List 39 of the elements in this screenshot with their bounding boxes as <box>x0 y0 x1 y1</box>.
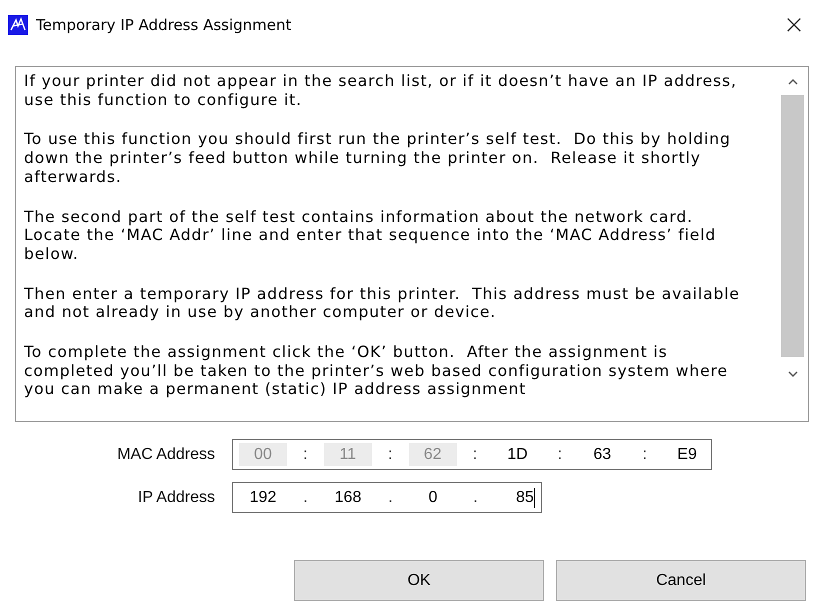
instruction-line: The second part of the self test contains information about the network card. <box>24 208 693 226</box>
instruction-line: Then enter a temporary IP address for this printer. This address must be available <box>24 284 740 304</box>
separator: : <box>386 446 394 464</box>
ip-address-field[interactable]: 192 . 168 . 0 . 85 <box>232 482 542 513</box>
octet[interactable]: 63 <box>578 443 626 466</box>
instruction-line: down the printer’s feed button while turning the printer on. Release it shortly <box>24 149 701 168</box>
octet[interactable]: 168 <box>324 486 372 509</box>
separator: . <box>302 488 309 506</box>
window-title: Temporary IP Address Assignment <box>36 16 292 34</box>
octet[interactable]: 0 <box>409 486 457 509</box>
separator: . <box>387 488 394 506</box>
separator: : <box>302 446 309 464</box>
scroll-down-icon[interactable] <box>788 371 798 377</box>
dialog-button[interactable]: OK <box>294 560 544 601</box>
instruction-line: and not already in use by another computer or device. <box>24 303 496 322</box>
separator: : <box>556 446 564 464</box>
octet[interactable]: 192 <box>239 486 287 509</box>
separator: . <box>472 488 479 506</box>
mac-address-label: MAC Address <box>116 446 215 464</box>
scroll-up-icon[interactable] <box>788 79 798 85</box>
instruction-line: Locate the ‘MAC Addr’ line and enter that sequence into the ‘MAC Address’ field <box>24 226 716 245</box>
separator: : <box>641 446 648 464</box>
instruction-line: To use this function you should first run the printer’s self test. Do this by holding <box>24 130 731 150</box>
separator: : <box>472 446 478 464</box>
instruction-line: use this function to configure it. <box>24 90 302 110</box>
instruction-line: afterwards. <box>24 168 122 187</box>
octet[interactable]: 85 <box>516 488 535 508</box>
dialog-button[interactable]: Cancel <box>556 560 806 601</box>
instruction-line: To complete the assignment click the ‘OK’ button. After the assignment is <box>24 343 668 362</box>
app-icon <box>8 15 28 35</box>
close-button[interactable]: × <box>771 5 817 45</box>
instruction-line: completed you’ll be taken to the printer’s web based configuration system where <box>24 362 728 380</box>
octet[interactable]: E9 <box>663 443 712 466</box>
octet[interactable]: 1D <box>493 443 542 466</box>
instruction-line: you can make a permanent (static) IP address assignment <box>24 380 526 400</box>
instruction-line: If your printer did not appear in the search list, or if it doesn’t have an IP address, <box>24 72 737 91</box>
ip-address-label: IP Address <box>136 488 215 506</box>
instruction-line: below. <box>24 244 79 264</box>
scrollbar-thumb[interactable] <box>781 95 804 357</box>
